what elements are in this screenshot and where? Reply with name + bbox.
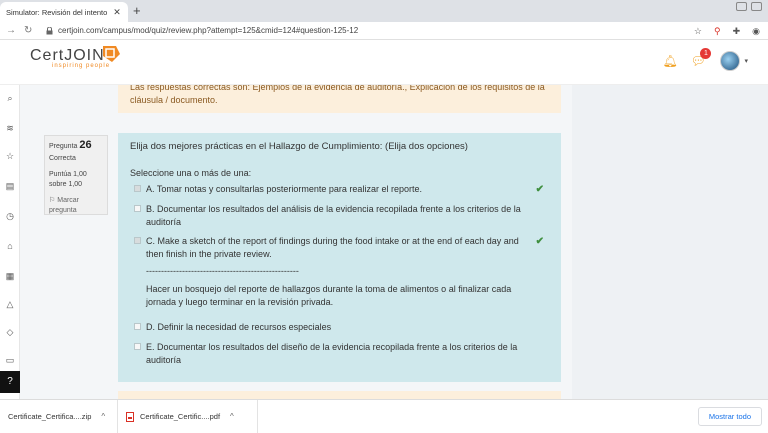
chevron-down-icon[interactable]: ▾ <box>744 57 748 65</box>
question-score: Puntúa 1,00 sobre 1,00 <box>49 171 87 188</box>
download-filename: Certificate_Certific....pdf <box>140 412 221 421</box>
option-checkbox[interactable] <box>134 343 141 350</box>
flag-icon: ⚐ <box>49 197 56 204</box>
option-text: A. Tomar notas y consultarlas posteriorm… <box>146 184 422 194</box>
help-icon[interactable]: ? <box>0 371 20 393</box>
download-bar: Certificate_Certifica....zip ^ Certifica… <box>0 399 768 433</box>
right-blank-panel <box>572 85 768 399</box>
star-icon[interactable]: ☆ <box>0 151 20 162</box>
download-item-zip[interactable]: Certificate_Certifica....zip ^ <box>0 400 118 433</box>
graduation-icon[interactable]: △ <box>0 299 20 310</box>
maximize-icon[interactable] <box>751 2 762 11</box>
chevron-up-icon[interactable]: ^ <box>101 412 105 421</box>
browser-tab[interactable]: Simulator: Revisión del intento ✕ <box>0 2 128 22</box>
lock-icon <box>46 27 53 35</box>
browser-tabstrip: Simulator: Revisión del intento ✕ + <box>0 0 768 22</box>
option-checkbox[interactable] <box>134 185 141 192</box>
cube-icon[interactable]: ◇ <box>0 327 20 338</box>
feedback-text: Las respuestas correctas son: Ejemplos d… <box>130 85 545 105</box>
header-icons: 🔔︎ 💬︎ 1 ▾ <box>662 48 748 71</box>
option-text: E. Documentar los resultados del diseño … <box>146 342 518 365</box>
chevron-up-icon[interactable]: ^ <box>230 412 234 421</box>
toolbar-actions: ☆ ⚲ ✚ ◉ <box>694 24 760 38</box>
home-icon[interactable]: ⌂ <box>0 241 20 251</box>
translation-text: Hacer un bosquejo del reporte de hallazg… <box>146 284 512 307</box>
layers-icon[interactable]: ≋ <box>0 123 20 134</box>
option-text: D. Definir la necesidad de recursos espe… <box>146 322 332 332</box>
question-text: Elija dos mejores prácticas en el Hallaz… <box>130 141 468 152</box>
question-label: Pregunta <box>49 143 78 150</box>
reload-icon[interactable]: ↻ <box>24 24 32 38</box>
box-icon[interactable]: ▭ <box>0 355 20 366</box>
site-header: CertJOIN inspiring people 🔔︎ 💬︎ 1 ▾ <box>0 41 768 85</box>
tab-close-icon[interactable]: ✕ <box>112 7 122 18</box>
search-icon[interactable]: ⌕ <box>0 93 20 104</box>
tab-title: Simulator: Revisión del intento <box>6 7 108 17</box>
question-status: Correcta <box>49 155 76 162</box>
option-checkbox[interactable] <box>134 205 141 212</box>
window-controls <box>736 2 762 11</box>
pdf-file-icon <box>126 411 134 422</box>
minimize-icon[interactable] <box>736 2 747 11</box>
option-text: C. Make a sketch of the report of findin… <box>146 236 519 259</box>
browser-toolbar: → ↻ certjoin.com/campus/mod/quiz/review.… <box>0 22 768 40</box>
download-item-pdf[interactable]: Certificate_Certific....pdf ^ <box>118 400 258 433</box>
book-icon[interactable]: ▤ <box>0 181 20 192</box>
separator-text: ----------------------------------------… <box>146 266 299 276</box>
bell-icon[interactable]: 🔔︎ <box>662 54 677 68</box>
correct-answer-feedback: Las respuestas correctas son: Ejemplos d… <box>118 85 561 113</box>
option-text: B. Documentar los resultados del análisi… <box>146 204 521 227</box>
show-all-downloads-button[interactable]: Mostrar todo <box>697 407 762 426</box>
back-arrow-icon[interactable]: → <box>6 24 16 38</box>
url-bar[interactable]: certjoin.com/campus/mod/quiz/review.php?… <box>58 25 358 37</box>
correct-tick-icon: ✔ <box>535 184 544 195</box>
calendar-icon[interactable]: ▦ <box>0 271 20 282</box>
download-filename: Certificate_Certifica....zip <box>8 412 92 421</box>
question-number: 26 <box>79 139 92 151</box>
question-info-panel: Pregunta 26 Correcta Puntúa 1,00 sobre 1… <box>44 135 108 215</box>
avatar[interactable] <box>720 51 741 71</box>
flag-question-link[interactable]: ⚐ Marcar pregunta <box>49 196 103 216</box>
option-checkbox[interactable] <box>134 323 141 330</box>
option-checkbox[interactable] <box>134 237 141 244</box>
correct-tick-icon: ✔ <box>535 236 544 247</box>
certjoin-logo[interactable]: CertJOIN inspiring people <box>30 46 120 69</box>
select-prompt: Seleccione una o más de una: <box>130 168 252 178</box>
logo-mark-icon <box>103 46 120 62</box>
puzzle-icon[interactable]: ✚ <box>733 24 741 38</box>
chat-icon[interactable]: 💬︎ 1 <box>690 48 712 68</box>
quiz-review-content: Las respuestas correctas son: Ejemplos d… <box>20 85 572 399</box>
extension-icon[interactable]: ⚲ <box>714 24 721 38</box>
notification-badge: 1 <box>700 48 712 59</box>
next-feedback-box <box>118 391 561 399</box>
left-nav-rail: ⌕ ≋ ☆ ▤ ◷ ⌂ ▦ △ ◇ ▭ ? <box>0 85 20 399</box>
question-box: Elija dos mejores prácticas en el Hallaz… <box>118 133 561 382</box>
bookmark-star-icon[interactable]: ☆ <box>694 24 702 38</box>
clock-icon[interactable]: ◷ <box>0 211 20 222</box>
new-tab-button[interactable]: + <box>133 3 141 19</box>
logo-text-join: JOIN <box>64 47 105 64</box>
logo-text-cert: Cert <box>30 47 65 64</box>
profile-icon[interactable]: ◉ <box>752 24 760 38</box>
